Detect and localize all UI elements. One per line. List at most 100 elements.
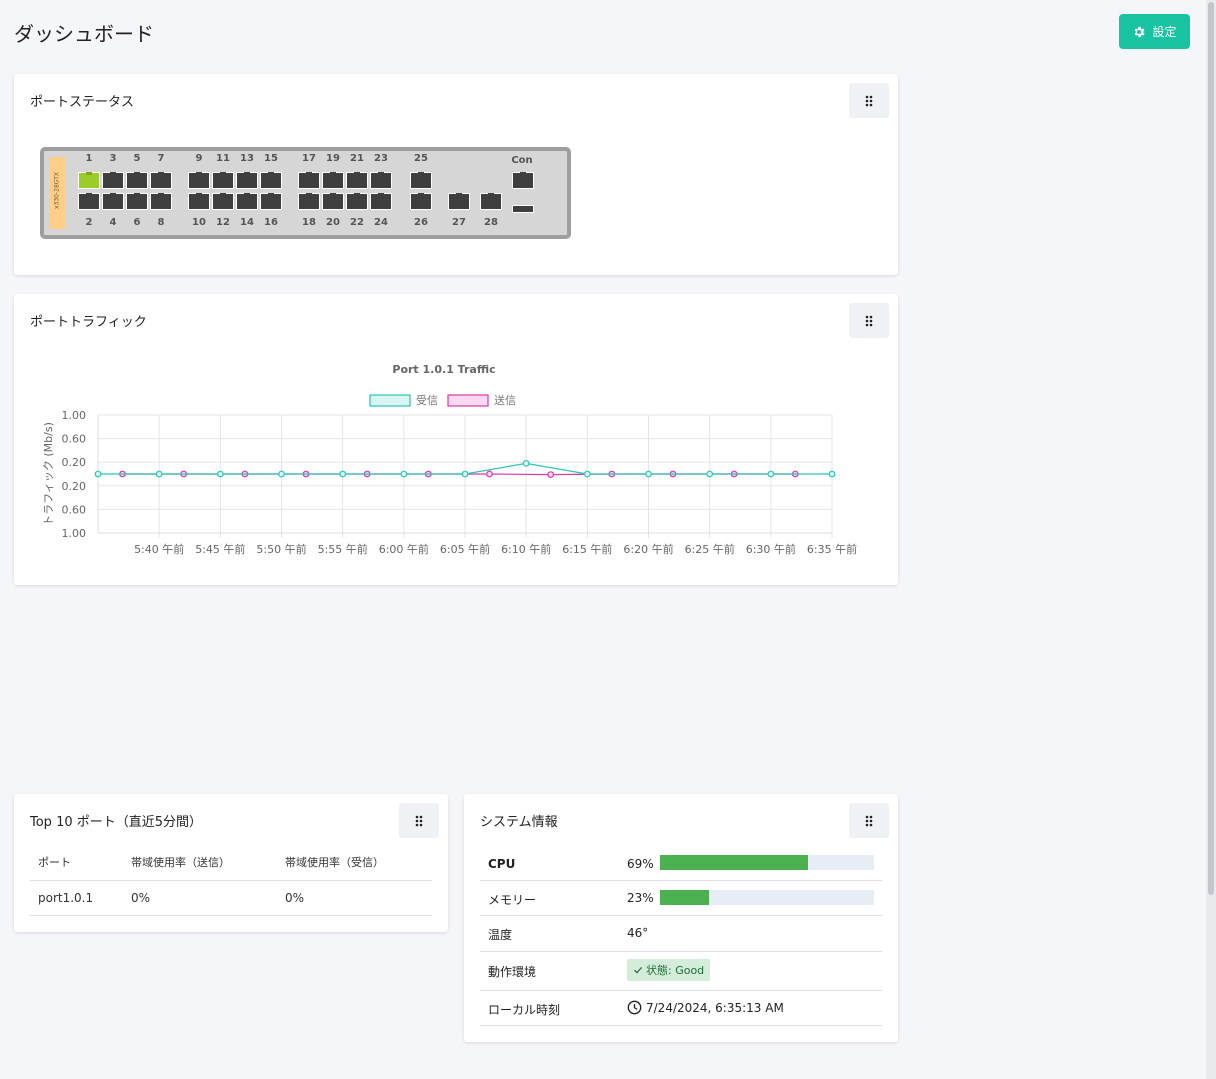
port-27[interactable] xyxy=(448,193,470,210)
port-16[interactable] xyxy=(260,193,282,210)
port-label-18: 18 xyxy=(302,217,316,228)
drag-dots-icon xyxy=(865,95,873,106)
port-label-10: 10 xyxy=(192,217,206,228)
port-12[interactable] xyxy=(212,193,234,210)
port-14[interactable] xyxy=(236,193,258,210)
port-11[interactable] xyxy=(212,172,234,189)
table-row[interactable]: port1.0.1 0% 0% xyxy=(30,880,432,916)
temperature-label: 温度 xyxy=(488,928,513,942)
column-header-port[interactable]: ポート xyxy=(30,844,123,881)
port-3[interactable] xyxy=(102,172,124,189)
data-point-0-8 xyxy=(583,470,591,478)
port-8[interactable] xyxy=(150,193,172,210)
console-port-label: Con xyxy=(511,155,533,166)
port-6[interactable] xyxy=(126,193,148,210)
port-status-card: ポートステータス x330-28GTX Con 1 3 5 7 9 11 13 15 17 19 2… xyxy=(14,74,898,275)
port-label-2: 2 xyxy=(85,217,93,228)
y-tick-label: 0.20 xyxy=(62,480,87,493)
data-point-0-7 xyxy=(522,459,530,467)
x-tick-label: 6:10 午前 xyxy=(501,542,551,556)
port-label-24: 24 xyxy=(374,217,388,228)
port-22[interactable] xyxy=(346,193,368,210)
data-point-0-1 xyxy=(155,470,163,478)
port-label-20: 20 xyxy=(326,217,340,228)
memory-row: メモリー 23% xyxy=(480,881,882,916)
port-18[interactable] xyxy=(298,193,320,210)
port-10[interactable] xyxy=(188,193,210,210)
port-traffic-card: ポートトラフィック Port 1.0.1 Traffic 受信 送信 1.00 0.60… xyxy=(14,294,898,585)
data-point-0-12 xyxy=(828,470,836,478)
y-tick-label: 1.00 xyxy=(62,527,87,540)
port-1[interactable] xyxy=(78,172,100,189)
data-point-0-3 xyxy=(278,470,285,478)
port-25[interactable] xyxy=(410,172,432,189)
port-24[interactable] xyxy=(370,193,392,210)
y-tick-label: 0.60 xyxy=(62,503,87,516)
port-19[interactable] xyxy=(322,172,344,189)
port-label-25: 25 xyxy=(414,153,428,164)
legend-label-0: 受信 xyxy=(416,394,438,407)
chart-title: Port 1.0.1 Traffic xyxy=(392,363,495,376)
cpu-row: CPU 69% xyxy=(480,846,882,881)
system-info-card: システム情報 CPU 69% メモリー 23% 温度 46° 動作環境 状態: … xyxy=(464,794,898,1042)
page-title: ダッシュボード xyxy=(14,22,154,46)
console-port[interactable] xyxy=(512,172,534,189)
port-2[interactable] xyxy=(78,193,100,210)
port-28[interactable] xyxy=(480,193,502,210)
data-point-0-10 xyxy=(706,470,714,478)
memory-label: メモリー xyxy=(488,893,537,907)
port-label-4: 4 xyxy=(109,217,117,228)
port-label-6: 6 xyxy=(133,217,141,228)
port-label-23: 23 xyxy=(374,153,388,164)
port-label-15: 15 xyxy=(264,153,278,164)
data-point-0-0 xyxy=(94,470,102,478)
port-23[interactable] xyxy=(370,172,392,189)
local-time-value: 7/24/2024, 6:35:13 AM xyxy=(627,1000,784,1015)
memory-usage-bar xyxy=(660,890,874,905)
column-header-rx[interactable]: 帯域使用率（受信） xyxy=(277,844,432,881)
port-20[interactable] xyxy=(322,193,344,210)
port-7[interactable] xyxy=(150,172,172,189)
legend-swatch-1 xyxy=(447,394,489,407)
scrollbar-thumb[interactable] xyxy=(1208,2,1214,895)
port-label-17: 17 xyxy=(302,153,316,164)
port-26[interactable] xyxy=(410,193,432,210)
environment-row: 動作環境 状態: Good xyxy=(480,952,882,991)
column-header-tx[interactable]: 帯域使用率（送信） xyxy=(123,844,277,881)
traffic-chart: Port 1.0.1 Traffic 受信 送信 1.00 0.60 0.20 0.20 0.… xyxy=(42,363,857,556)
port-13[interactable] xyxy=(236,172,258,189)
port-15[interactable] xyxy=(260,172,282,189)
status-badge: 状態: Good xyxy=(627,959,711,981)
port-label-8: 8 xyxy=(157,217,165,228)
check-icon xyxy=(634,967,643,974)
system-info-title: システム情報 xyxy=(480,815,558,830)
port-4[interactable] xyxy=(102,193,124,210)
data-point-1-6 xyxy=(486,470,493,478)
drag-dots-icon xyxy=(865,815,873,826)
top-ports-title: Top 10 ポート（直近5分間） xyxy=(30,815,203,830)
x-tick-label: 5:50 午前 xyxy=(256,542,306,556)
port-5[interactable] xyxy=(126,172,148,189)
temperature-row: 温度 46° xyxy=(480,916,882,952)
switch-model-label: x330-28GTX xyxy=(53,172,61,210)
system-info-drag-handle[interactable] xyxy=(849,803,889,838)
port-label-28: 28 xyxy=(484,217,498,228)
port-label-9: 9 xyxy=(195,153,203,164)
legend-swatch-0 xyxy=(369,394,411,407)
port-17[interactable] xyxy=(298,172,320,189)
port-status-drag-handle[interactable] xyxy=(849,83,889,118)
page-scrollbar[interactable] xyxy=(1206,0,1216,1079)
x-tick-label: 6:25 午前 xyxy=(685,542,735,556)
port-9[interactable] xyxy=(188,172,210,189)
data-point-1-7 xyxy=(547,471,555,478)
port-label-12: 12 xyxy=(216,217,230,228)
port-label-14: 14 xyxy=(240,217,254,228)
top-ports-drag-handle[interactable] xyxy=(399,803,439,838)
x-tick-label: 6:30 午前 xyxy=(746,542,796,556)
settings-button[interactable]: 設定 xyxy=(1119,14,1190,49)
switch-model-tag: x330-28GTX xyxy=(49,157,65,229)
environment-label: 動作環境 xyxy=(488,965,537,979)
port-21[interactable] xyxy=(346,172,368,189)
x-tick-label: 6:15 午前 xyxy=(562,542,612,556)
port-label-27: 27 xyxy=(452,217,466,228)
